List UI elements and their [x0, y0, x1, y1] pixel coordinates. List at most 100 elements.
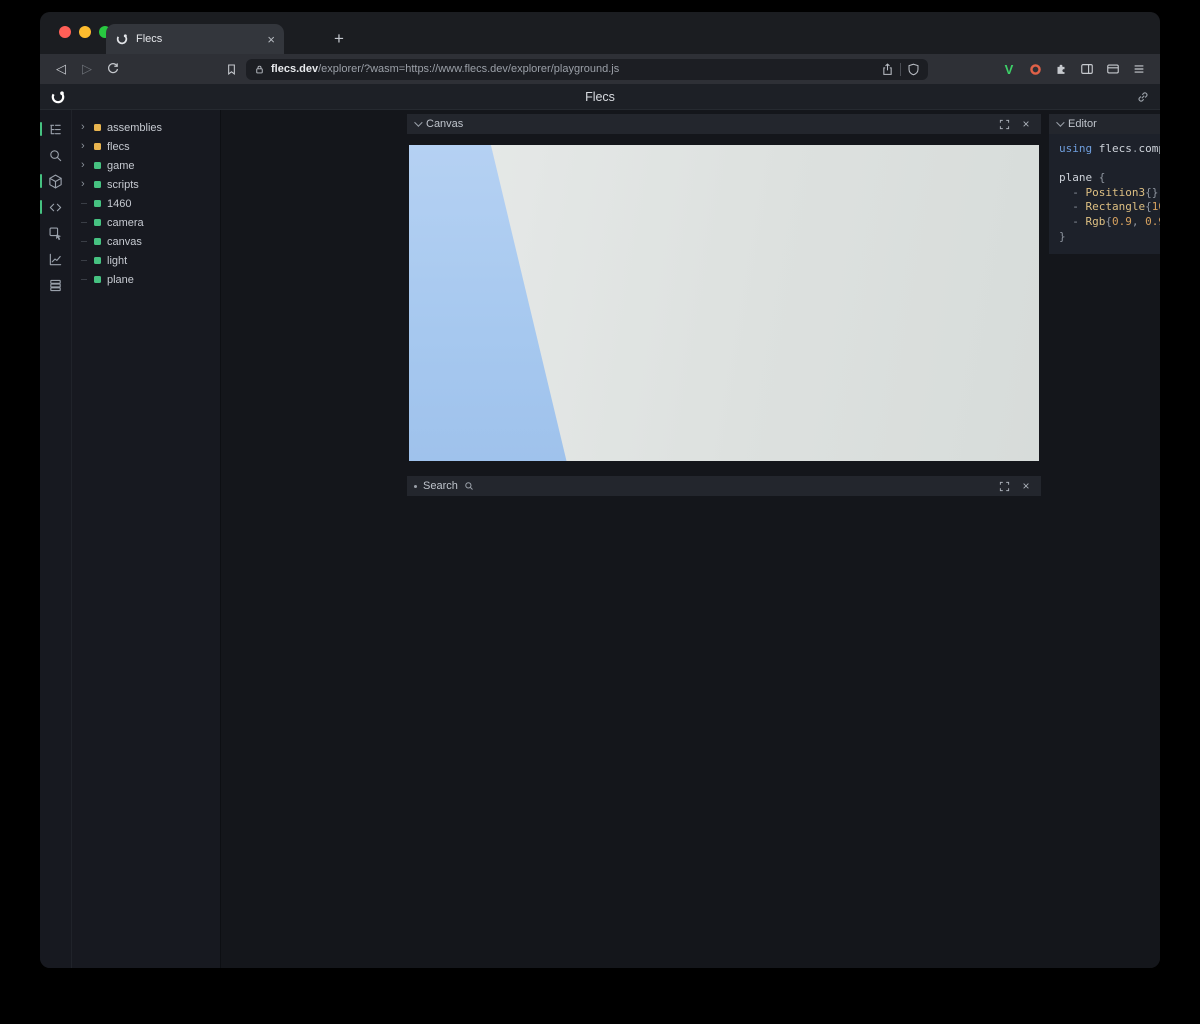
- entities-tree-icon[interactable]: [40, 116, 71, 142]
- flecs-favicon-icon: [115, 32, 129, 46]
- inspector-icon[interactable]: [40, 220, 71, 246]
- components-cube-icon[interactable]: [40, 168, 71, 194]
- bookmarks-sidebar-icon[interactable]: [220, 58, 242, 80]
- tree-item-light[interactable]: light: [72, 251, 220, 270]
- tree-item-label: light: [107, 255, 127, 267]
- entity-color-swatch: [94, 257, 101, 264]
- scene-background: [409, 145, 1039, 461]
- code-line: - Rgb{0.9, 0.9, 0.9}: [1059, 215, 1160, 230]
- explorer-content: ›assemblies›flecs›game›scripts1460camera…: [40, 110, 1160, 968]
- extension-circle-icon[interactable]: [1024, 58, 1046, 80]
- sidebar-toggle-icon[interactable]: [1076, 58, 1098, 80]
- entity-color-swatch: [94, 181, 101, 188]
- canvas-panel-header[interactable]: Canvas ×: [407, 114, 1041, 134]
- tree-item-scripts[interactable]: ›scripts: [72, 175, 220, 194]
- code-line: using flecs.components.*: [1059, 142, 1160, 157]
- editor-panel-title: Editor: [1068, 118, 1097, 130]
- lock-icon: [254, 64, 265, 75]
- tables-icon[interactable]: [40, 272, 71, 298]
- close-tab-icon[interactable]: ×: [267, 33, 275, 46]
- code-line: [1059, 157, 1160, 172]
- 3d-viewport[interactable]: [409, 145, 1039, 461]
- tree-item-label: plane: [107, 274, 134, 286]
- search-panel: Search ×: [407, 476, 1041, 496]
- browser-tab-flecs[interactable]: Flecs ×: [106, 24, 284, 54]
- tree-item-label: camera: [107, 217, 144, 229]
- menu-icon[interactable]: [1128, 58, 1150, 80]
- browser-navbar: ◁ ▷ flecs.dev/explorer/?wasm=https://www…: [40, 54, 1160, 84]
- search-icon: [464, 481, 474, 491]
- urlbar-separator: [900, 63, 901, 76]
- code-line: - Position3{}: [1059, 186, 1160, 201]
- main-area: Canvas × Search: [221, 110, 1160, 968]
- expand-chevron-icon[interactable]: ›: [81, 160, 90, 171]
- search-panel-header[interactable]: Search ×: [407, 476, 1041, 496]
- tree-item-flecs[interactable]: ›flecs: [72, 137, 220, 156]
- editor-panel: Editor × using flecs.components.* plane …: [1049, 114, 1160, 254]
- tree-item-label: 1460: [107, 198, 131, 210]
- entity-color-swatch: [94, 162, 101, 169]
- search-panel-title: Search: [423, 480, 458, 492]
- entity-color-swatch: [94, 238, 101, 245]
- expand-chevron-icon[interactable]: ›: [81, 179, 90, 190]
- entity-color-swatch: [94, 200, 101, 207]
- code-icon[interactable]: [40, 194, 71, 220]
- stats-chart-icon[interactable]: [40, 246, 71, 272]
- share-icon[interactable]: [881, 63, 894, 76]
- brave-shield-icon[interactable]: [907, 63, 920, 76]
- tree-item-canvas[interactable]: canvas: [72, 232, 220, 251]
- wallet-icon[interactable]: [1102, 58, 1124, 80]
- collapse-chevron-icon[interactable]: [414, 118, 422, 126]
- tree-item-camera[interactable]: camera: [72, 213, 220, 232]
- collapsed-dot-icon[interactable]: [414, 485, 417, 488]
- close-window-button[interactable]: [59, 26, 71, 38]
- tree-line: [81, 279, 90, 280]
- tree-line: [81, 241, 90, 242]
- extensions-puzzle-icon[interactable]: [1050, 58, 1072, 80]
- entity-color-swatch: [94, 124, 101, 131]
- tree-item-plane[interactable]: plane: [72, 270, 220, 289]
- forward-icon[interactable]: ▷: [76, 58, 98, 80]
- fullscreen-icon[interactable]: [996, 116, 1012, 132]
- search-icon[interactable]: [40, 142, 71, 168]
- tree-item-assemblies[interactable]: › assemblies: [72, 118, 220, 137]
- fullscreen-icon[interactable]: [996, 478, 1012, 494]
- back-icon[interactable]: ◁: [50, 58, 72, 80]
- entity-color-swatch: [94, 219, 101, 226]
- minimize-window-button[interactable]: [79, 26, 91, 38]
- window-controls: [59, 26, 111, 38]
- browser-window: Flecs × + ◁ ▷ flecs.dev/explorer/?wasm=h…: [40, 12, 1160, 968]
- url-text: flecs.dev/explorer/?wasm=https://www.fle…: [271, 63, 875, 75]
- active-indicator: [40, 174, 42, 188]
- share-link-icon[interactable]: [1136, 90, 1150, 104]
- url-domain: flecs.dev: [271, 63, 318, 75]
- page-title: Flecs: [40, 90, 1160, 104]
- active-indicator: [40, 200, 42, 214]
- tree-item-label: assemblies: [107, 122, 162, 134]
- close-panel-icon[interactable]: ×: [1018, 478, 1034, 494]
- entity-tree-panel: ›assemblies›flecs›game›scripts1460camera…: [72, 110, 221, 968]
- tree-item-1460[interactable]: 1460: [72, 194, 220, 213]
- entity-color-swatch: [94, 276, 101, 283]
- tree-item-game[interactable]: › game: [72, 156, 220, 175]
- tab-strip: Flecs × +: [40, 12, 1160, 54]
- entity-color-swatch: [94, 143, 101, 150]
- tree-line: [81, 260, 90, 261]
- expand-chevron-icon[interactable]: ›: [81, 122, 90, 133]
- extension-v-icon[interactable]: V: [998, 58, 1020, 80]
- reload-icon[interactable]: [102, 58, 124, 80]
- new-tab-button[interactable]: +: [328, 28, 350, 50]
- collapse-chevron-icon[interactable]: [1056, 118, 1064, 126]
- address-bar[interactable]: flecs.dev/explorer/?wasm=https://www.fle…: [246, 59, 928, 80]
- tree-item-label: canvas: [107, 236, 142, 248]
- expand-chevron-icon[interactable]: ›: [81, 141, 90, 152]
- canvas-panel-title: Canvas: [426, 118, 463, 130]
- tab-title: Flecs: [136, 33, 260, 45]
- tree-item-label: game: [107, 160, 135, 172]
- code-editor[interactable]: using flecs.components.* plane { - Posit…: [1049, 134, 1160, 254]
- url-path: /explorer/?wasm=https://www.flecs.dev/ex…: [318, 63, 619, 75]
- editor-panel-header[interactable]: Editor ×: [1049, 114, 1160, 134]
- tree-line: [81, 222, 90, 223]
- close-panel-icon[interactable]: ×: [1018, 116, 1034, 132]
- app-header: Flecs: [40, 84, 1160, 110]
